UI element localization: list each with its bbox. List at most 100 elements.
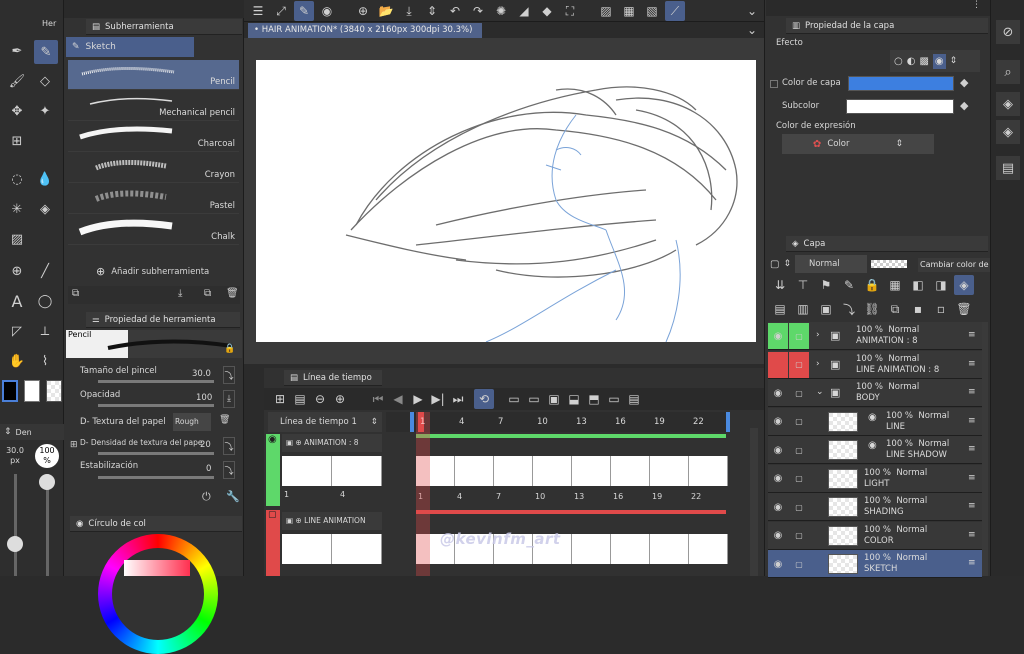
drag-handle-icon[interactable]: ≡ xyxy=(968,444,976,454)
canvas-tab[interactable]: • HAIR ANIMATION* (3840 x 2160px 300dpi … xyxy=(248,23,482,38)
frame-tool-icon[interactable]: ◸ xyxy=(6,320,28,342)
expand-chevron-icon[interactable]: › xyxy=(816,330,820,340)
undo-icon[interactable]: ↶ xyxy=(445,1,465,21)
cel-spec-icon[interactable]: ▭ xyxy=(524,389,544,409)
decoration-tool-icon[interactable]: ✥ xyxy=(6,100,28,122)
snap-grid-icon[interactable]: ▧ xyxy=(642,1,662,21)
eye-icon[interactable] xyxy=(768,351,788,378)
hide-selection-icon[interactable]: ▨ xyxy=(596,1,616,21)
eye-icon[interactable]: ◉ xyxy=(768,409,788,435)
duplicate-icon[interactable]: ⧉ xyxy=(204,288,211,299)
lock-toggle-icon[interactable]: ▢ xyxy=(789,351,809,378)
drag-handle-icon[interactable]: ≡ xyxy=(968,359,976,369)
drag-handle-icon[interactable]: ≡ xyxy=(968,416,976,426)
layer-scrollbar[interactable] xyxy=(982,322,988,576)
edit-timeline-icon[interactable]: ▤ xyxy=(290,389,310,409)
track1-thumbs[interactable] xyxy=(282,456,382,486)
edit-pencil-icon[interactable]: ✎ xyxy=(294,1,314,21)
loading-icon[interactable]: ✺ xyxy=(491,1,511,21)
merge-down-icon[interactable]: ⇊ xyxy=(770,275,790,295)
texture-density-value[interactable]: 20 xyxy=(200,440,211,450)
eye-icon[interactable]: ◉ xyxy=(768,437,788,463)
spinner-icon[interactable]: ⇕ xyxy=(371,412,378,432)
layer-row[interactable]: ◉ ▢ › ▣ 100 % Normal ANIMATION : 8 ≡ xyxy=(768,322,982,350)
text-tool-icon[interactable]: A xyxy=(6,290,28,312)
combine-icon[interactable]: ⧉ xyxy=(885,299,905,319)
transform-icon[interactable]: ⛶ xyxy=(560,1,580,21)
collapse-icon[interactable]: ⌄ xyxy=(742,1,762,21)
stabilization-slider[interactable] xyxy=(98,476,214,479)
next-frame-icon[interactable]: ▶| xyxy=(428,389,448,409)
spinner-icon[interactable]: ⇕ xyxy=(783,259,791,269)
blend-tool-icon[interactable]: 💧 xyxy=(34,168,56,190)
brush-size-value[interactable]: 30.0 xyxy=(192,369,211,379)
cel-order-icon[interactable]: ⬓ xyxy=(564,389,584,409)
lasso-tool-icon[interactable]: ◌ xyxy=(6,168,28,190)
line-tool-icon[interactable]: ╱ xyxy=(34,260,56,282)
mask-icon[interactable]: ◧ xyxy=(908,275,928,295)
eye-icon[interactable]: ◉ xyxy=(768,323,788,349)
save-icon[interactable]: ⤓ xyxy=(399,1,419,21)
snap-perspective-icon[interactable]: ⟋ xyxy=(665,1,685,21)
subcolor-fill-icon[interactable]: ◆ xyxy=(960,99,968,112)
expand-icon[interactable]: ⊞ xyxy=(70,440,78,450)
reference-icon[interactable]: ⚑ xyxy=(816,275,836,295)
cel-thumb[interactable] xyxy=(282,456,332,486)
layer-row[interactable]: ▢ › ▣ 100 % Normal LINE ANIMATION : 8 ≡ xyxy=(768,350,982,379)
layer-row[interactable]: ◉ ▢ 100 % Normal SHADING ≡ xyxy=(768,493,982,521)
subtool-settings-icon[interactable]: ⧉ xyxy=(72,288,79,299)
opacity-slider[interactable] xyxy=(98,404,214,407)
frame-cell[interactable] xyxy=(611,534,650,564)
mask-visible-icon[interactable]: ◨ xyxy=(931,275,951,295)
layer-row[interactable]: ◉ ▢ ⌄ ▣ 100 % Normal BODY ≡ xyxy=(768,379,982,407)
transparent-color-swatch[interactable] xyxy=(46,380,62,402)
delete-icon[interactable]: 🗑 xyxy=(226,288,239,299)
tool-tab-cut[interactable]: Her xyxy=(42,19,62,33)
size-slider-knob[interactable] xyxy=(7,536,23,552)
extract-line-icon[interactable]: ◐ xyxy=(907,56,916,67)
track-header-line-animation[interactable]: ▣ ⊕ LINE ANIMATION xyxy=(282,512,382,530)
import-icon[interactable]: ⤓ xyxy=(178,288,182,299)
frame-cell[interactable] xyxy=(572,456,611,486)
square-icon[interactable]: ▢ xyxy=(266,510,277,520)
frame-cell[interactable] xyxy=(689,456,728,486)
tone-icon[interactable]: ▩ xyxy=(919,56,928,67)
clear-icon[interactable]: ◢ xyxy=(514,1,534,21)
eye-icon[interactable]: ◉ xyxy=(768,380,788,406)
layers-shortcut-icon[interactable]: ◈ xyxy=(996,92,1020,116)
frame-cell[interactable] xyxy=(455,456,494,486)
redo-icon[interactable]: ↷ xyxy=(468,1,488,21)
paper-texture-select[interactable]: Rough pap xyxy=(173,413,211,431)
layer-color-effect-icon[interactable]: ◉ xyxy=(932,53,946,69)
opacity-dynamics-icon[interactable]: ⤓ xyxy=(223,390,235,408)
pencil-tool-icon[interactable]: ✎ xyxy=(34,40,58,64)
frame-cell[interactable] xyxy=(650,534,689,564)
eraser-tool-icon[interactable]: ◇ xyxy=(34,70,56,92)
transfer-down-icon[interactable]: ⤵ xyxy=(839,299,859,319)
reset-icon[interactable]: ⏻ xyxy=(202,490,211,504)
spinner-icon[interactable]: ⇕ xyxy=(950,56,958,66)
brush-item-charcoal[interactable]: Charcoal xyxy=(68,122,239,152)
fill-tool-icon[interactable]: ◈ xyxy=(34,198,56,220)
eye-icon[interactable]: ◉ xyxy=(266,434,277,445)
expand-chevron-icon[interactable]: › xyxy=(816,359,820,369)
tab-menu-icon[interactable]: ⌄ xyxy=(742,20,762,40)
wrench-icon[interactable]: 🔧 xyxy=(226,490,240,503)
drag-handle-icon[interactable]: ≡ xyxy=(968,387,976,397)
layer-row[interactable]: ◉ ▢ ◉ 100 % Normal LINE SHADOW ≡ xyxy=(768,436,982,464)
fill-icon[interactable]: ◆ xyxy=(537,1,557,21)
lock-toggle-icon[interactable]: ▢ xyxy=(789,551,809,577)
clip-icon[interactable]: ⊤ xyxy=(793,275,813,295)
track2-thumbs[interactable] xyxy=(282,534,382,564)
new-vector-icon[interactable]: ▥ xyxy=(793,299,813,319)
drag-handle-icon[interactable]: ≡ xyxy=(968,530,976,540)
balloon-tool-icon[interactable]: ◯ xyxy=(34,290,56,312)
expand-chevron-icon[interactable]: ⌄ xyxy=(816,387,824,397)
frame-cell[interactable] xyxy=(611,456,650,486)
draft-icon[interactable]: ✎ xyxy=(839,275,859,295)
start-marker[interactable] xyxy=(410,412,414,432)
lock-icon[interactable]: 🔒 xyxy=(224,344,235,354)
layer-color-swatch[interactable] xyxy=(848,76,954,91)
lock-toggle-icon[interactable]: ▢ xyxy=(789,437,809,463)
brush-item-mechanical-pencil[interactable]: Mechanical pencil xyxy=(68,91,239,121)
